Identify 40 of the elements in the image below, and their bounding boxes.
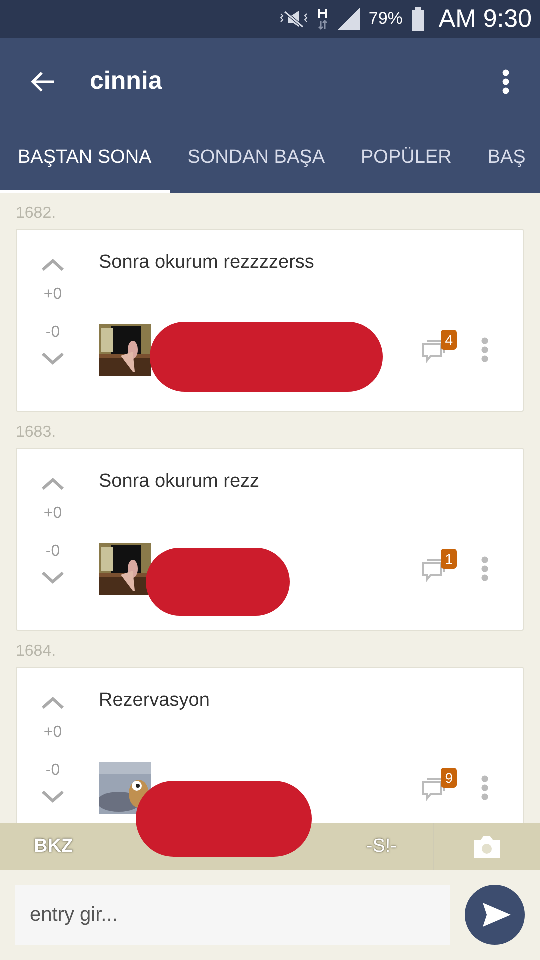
comment-count: 1: [441, 549, 457, 569]
upvote-count: +0: [44, 505, 62, 523]
downvote-icon[interactable]: [41, 790, 65, 804]
signal-icon: [336, 7, 361, 31]
more-options-icon[interactable]: [481, 337, 489, 363]
send-icon: [482, 902, 512, 928]
mute-icon: [278, 9, 309, 29]
clock-time: AM 9:30: [438, 4, 532, 34]
downvote-count: -0: [46, 543, 60, 561]
upvote-count: +0: [44, 724, 62, 742]
entry-number: 1684.: [16, 642, 58, 662]
entry-text: Sonra okurum rezz: [99, 471, 261, 493]
network-type-icon: [316, 7, 329, 31]
back-arrow-icon[interactable]: [30, 70, 56, 94]
downvote-count: -0: [46, 324, 60, 342]
upvote-count: +0: [44, 286, 62, 304]
downvote-count: -0: [46, 762, 60, 780]
entry-text: Rezervasyon: [99, 690, 211, 712]
camera-icon[interactable]: [472, 834, 502, 860]
entry-text: Sonra okurum rezzzzerss: [99, 252, 316, 274]
more-options-icon[interactable]: [481, 775, 489, 801]
more-options-icon[interactable]: [481, 556, 489, 582]
upvote-icon[interactable]: [41, 696, 65, 710]
sort-tab[interactable]: SONDAN BAŞA: [170, 125, 343, 193]
topic-title: cinnia: [90, 67, 164, 96]
sort-tab[interactable]: BAŞ: [470, 125, 540, 193]
downvote-icon[interactable]: [41, 352, 65, 366]
upvote-icon[interactable]: [41, 258, 65, 272]
upvote-icon[interactable]: [41, 477, 65, 491]
entry-number: 1683.: [16, 423, 58, 443]
battery-percent: 79%: [368, 9, 403, 29]
entry-number: 1682.: [16, 204, 58, 224]
comment-count: 4: [441, 330, 457, 350]
sort-tab[interactable]: BAŞTAN SONA: [0, 125, 170, 193]
battery-icon: [410, 7, 425, 31]
sort-tab[interactable]: POPÜLER: [343, 125, 470, 193]
more-menu-icon[interactable]: [502, 68, 510, 94]
comment-count: 9: [441, 768, 457, 788]
downvote-icon[interactable]: [41, 571, 65, 585]
entry-input-field[interactable]: entry gir...: [15, 885, 450, 945]
